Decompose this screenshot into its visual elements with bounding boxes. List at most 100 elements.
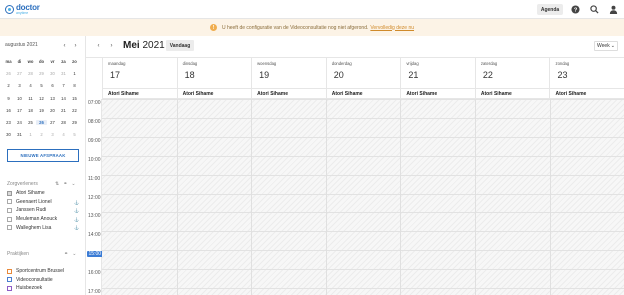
agenda-button[interactable]: Agenda xyxy=(537,4,563,15)
day-header[interactable]: maandag 17 xyxy=(102,58,177,88)
caregiver-item[interactable]: Atori Sihame xyxy=(7,189,79,198)
link-icon[interactable]: ⚓ xyxy=(74,217,79,222)
logo[interactable]: doctor anytime xyxy=(5,3,40,16)
caregiver-checkbox[interactable] xyxy=(7,199,12,205)
mini-calendar-day[interactable]: 29 xyxy=(36,71,47,76)
mini-calendar-day[interactable]: 14 xyxy=(58,96,69,101)
mini-calendar-day[interactable]: 4 xyxy=(58,132,69,137)
link-icon[interactable]: ⚓ xyxy=(74,200,79,205)
chevron-down-icon[interactable]: ⌄ xyxy=(72,251,76,257)
day-header[interactable]: zaterdag 22 xyxy=(474,58,550,88)
mini-calendar-day[interactable]: 20 xyxy=(47,108,58,113)
mini-calendar-day[interactable]: 28 xyxy=(58,120,69,125)
mini-calendar-day[interactable]: 21 xyxy=(58,108,69,113)
mini-calendar-day[interactable]: 5 xyxy=(69,132,80,137)
mini-calendar-day[interactable]: 25 xyxy=(25,120,36,125)
mini-calendar-day[interactable]: 26 xyxy=(3,71,14,76)
today-button[interactable]: Vandaag xyxy=(166,40,194,51)
mini-calendar-day[interactable]: 22 xyxy=(69,108,80,113)
view-select[interactable]: Week ⌄ xyxy=(594,41,618,51)
mini-calendar-day[interactable]: 11 xyxy=(25,96,36,101)
banner-link[interactable]: Vervolledig deze nu xyxy=(370,25,414,31)
chevron-right-icon[interactable]: › xyxy=(108,42,115,49)
mini-calendar-day[interactable]: 28 xyxy=(25,71,36,76)
chevron-left-icon[interactable]: ‹ xyxy=(95,42,102,49)
sort-icon[interactable]: ⇅ xyxy=(55,181,59,187)
chevron-left-icon[interactable]: ‹ xyxy=(61,42,68,49)
mini-calendar-day[interactable]: 30 xyxy=(3,132,14,137)
logo-icon xyxy=(5,5,14,14)
user-icon[interactable] xyxy=(609,5,618,14)
caregiver-item[interactable]: Geenaert Lionel ⚓ xyxy=(7,198,79,207)
practice-item[interactable]: Videoconsultatie xyxy=(7,276,79,285)
mini-calendar-day[interactable]: 7 xyxy=(58,83,69,88)
weekday-label: ma xyxy=(5,58,12,64)
mini-calendar-day[interactable]: 29 xyxy=(69,120,80,125)
mini-calendar-day[interactable]: 27 xyxy=(14,71,25,76)
caregiver-item[interactable]: Meuleman Anouck ⚓ xyxy=(7,215,79,224)
new-appointment-button[interactable]: NIEUWE AFSPRAAK xyxy=(7,149,79,162)
mini-calendar-day[interactable]: 8 xyxy=(69,83,80,88)
chevron-down-icon[interactable]: ⌄ xyxy=(71,181,75,187)
day-header[interactable]: zondag 23 xyxy=(549,58,624,88)
mini-calendar-day[interactable]: 5 xyxy=(36,83,47,88)
mini-calendar-day[interactable]: 16 xyxy=(3,108,14,113)
mini-calendar-day[interactable]: 2 xyxy=(36,132,47,137)
mini-calendar-day[interactable]: 26 xyxy=(36,120,47,126)
provider-name: Atori Sihame xyxy=(474,89,550,98)
time-slots[interactable] xyxy=(102,99,624,295)
practice-item[interactable]: Sportcentrum Brussel xyxy=(7,267,79,276)
link-icon[interactable]: ⚭ xyxy=(64,251,68,257)
mini-calendar-day[interactable]: 27 xyxy=(47,120,58,125)
mini-calendar-day[interactable]: 24 xyxy=(14,120,25,125)
mini-calendar-day[interactable]: 3 xyxy=(14,83,25,88)
mini-calendar-day[interactable]: 3 xyxy=(47,132,58,137)
mini-calendar-day[interactable]: 13 xyxy=(47,96,58,101)
mini-calendar-day[interactable]: 12 xyxy=(36,96,47,101)
mini-calendar-day[interactable]: 17 xyxy=(14,108,25,113)
caregiver-label: Atori Sihame xyxy=(16,190,45,197)
mini-calendar-day[interactable]: 1 xyxy=(69,71,80,76)
mini-calendar-day[interactable]: 6 xyxy=(47,83,58,88)
link-icon[interactable]: ⚓ xyxy=(74,225,79,230)
practice-checkbox[interactable] xyxy=(7,277,12,283)
day-header[interactable]: dinsdag 18 xyxy=(176,58,252,88)
mini-calendar-day[interactable]: 31 xyxy=(14,132,25,137)
caregiver-checkbox[interactable] xyxy=(7,225,12,231)
caregiver-item[interactable]: Janssen Rudi ⚓ xyxy=(7,206,79,215)
caregiver-item[interactable]: Walleghem Lisa ⚓ xyxy=(7,223,79,232)
practice-label: Sportcentrum Brussel xyxy=(16,268,65,275)
mini-calendar-day[interactable]: 4 xyxy=(25,83,36,88)
mini-calendar-day[interactable]: 2 xyxy=(3,83,14,88)
mini-calendar-day[interactable]: 23 xyxy=(3,120,14,125)
mini-calendar-day[interactable]: 19 xyxy=(36,108,47,113)
mini-calendar-day[interactable]: 9 xyxy=(3,96,14,101)
mini-calendar-day[interactable]: 15 xyxy=(69,96,80,101)
link-icon[interactable]: ⚭ xyxy=(63,181,67,187)
day-name: donderdag xyxy=(331,61,352,66)
link-icon[interactable]: ⚓ xyxy=(74,208,79,213)
help-icon[interactable]: ? xyxy=(571,5,580,14)
day-header[interactable]: donderdag 20 xyxy=(325,58,401,88)
day-name: zondag xyxy=(555,61,570,66)
mini-calendar-day[interactable]: 30 xyxy=(47,71,58,76)
caregiver-checkbox[interactable] xyxy=(7,207,12,213)
caregiver-checkbox[interactable] xyxy=(7,190,12,196)
day-header[interactable]: woensdag 19 xyxy=(251,58,326,88)
caregiver-checkbox[interactable] xyxy=(7,216,12,222)
chevron-right-icon[interactable]: › xyxy=(72,42,79,49)
search-icon[interactable] xyxy=(590,5,599,14)
mini-calendar-day[interactable]: 31 xyxy=(58,71,69,76)
calendar-title: Mei 2021 xyxy=(123,40,165,51)
hour-gridline xyxy=(102,250,624,252)
practice-item[interactable]: Huisbezoek xyxy=(7,284,79,293)
mini-calendar-week: 2345678 xyxy=(3,80,83,92)
practice-checkbox[interactable] xyxy=(7,285,12,291)
mini-calendar-day[interactable]: 18 xyxy=(25,108,36,113)
day-column-divider xyxy=(325,99,327,295)
mini-calendar-day[interactable]: 1 xyxy=(25,132,36,137)
practice-checkbox[interactable] xyxy=(7,268,12,274)
mini-calendar-day[interactable]: 10 xyxy=(14,96,25,101)
logo-subtitle: anytime xyxy=(16,11,29,15)
day-header[interactable]: vrijdag 21 xyxy=(400,58,475,88)
